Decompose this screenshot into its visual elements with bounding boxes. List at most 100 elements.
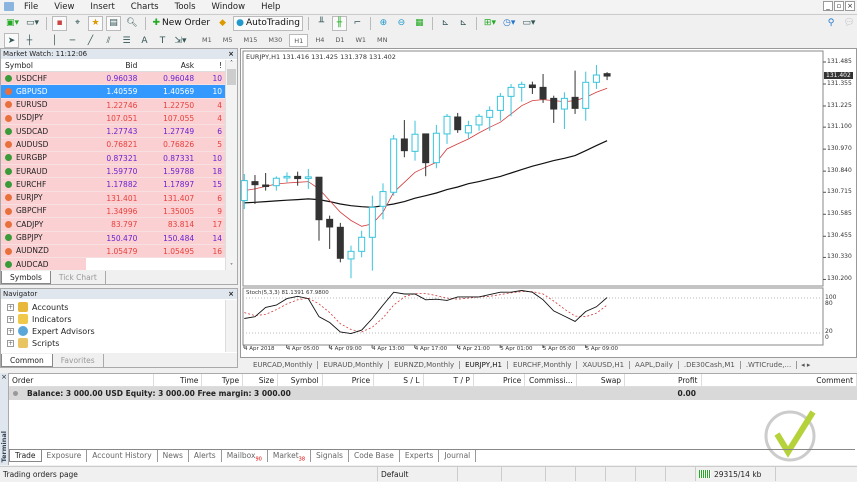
navigator-scrollbar[interactable] [225, 300, 237, 352]
text-icon[interactable]: A [137, 33, 152, 48]
scroll-down-icon[interactable]: ˅ [226, 263, 237, 270]
market-watch-scrollbar[interactable]: ˄ ˅ [225, 60, 237, 270]
zoom-in-icon[interactable]: ⊕ [376, 16, 391, 31]
periods-icon[interactable]: ◷▾ [501, 16, 517, 31]
fibonacci-icon[interactable]: ☰ [119, 33, 134, 48]
autotrading-button[interactable]: ● AutoTrading [233, 15, 303, 31]
tab-journal[interactable]: Journal [439, 450, 477, 462]
chart-tab[interactable]: EURNZD,Monthly [389, 361, 461, 369]
tile-windows-icon[interactable]: ▦ [412, 16, 427, 31]
tab-trade[interactable]: Trade [9, 450, 42, 462]
col-time[interactable]: Time [154, 374, 203, 386]
timeframe-h1[interactable]: H1 [289, 34, 309, 47]
market-watch-row[interactable]: EURCHF 1.17882 1.17897 15 [1, 178, 225, 192]
auto-scroll-icon[interactable]: ⊾ [438, 16, 453, 31]
col-symbol[interactable]: Symbol [278, 374, 323, 386]
tab-exposure[interactable]: Exposure [42, 450, 88, 462]
col-commissi[interactable]: Commissi... [525, 374, 577, 386]
col-type[interactable]: Type [202, 374, 244, 386]
market-watch-row[interactable]: AUDNZD 1.05479 1.05495 16 [1, 244, 225, 259]
menu-file[interactable]: File [16, 2, 46, 12]
market-watch-row[interactable]: EURGBP 0.87321 0.87331 10 [1, 151, 225, 166]
search-icon[interactable]: ⚲ [824, 16, 839, 31]
new-chart-icon[interactable]: ▣▾ [4, 16, 21, 31]
tab-signals[interactable]: Signals [311, 450, 349, 462]
market-watch-row[interactable]: EURAUD 1.59770 1.59788 18 [1, 165, 225, 179]
tab-code-base[interactable]: Code Base [349, 450, 400, 462]
menu-help[interactable]: Help [253, 2, 288, 12]
balance-row[interactable]: Balance: 3 000.00 USD Equity: 3 000.00 F… [9, 387, 857, 400]
channel-icon[interactable]: ⫽ [101, 33, 116, 48]
expand-icon[interactable]: + [7, 315, 14, 323]
menu-insert[interactable]: Insert [82, 2, 122, 12]
chart-shift-icon[interactable]: ⊾ [456, 16, 471, 31]
tab-favorites[interactable]: Favorites [53, 354, 104, 367]
market-watch-row[interactable]: USDCHF 0.96038 0.96048 10 [1, 72, 225, 86]
market-watch-row[interactable]: GBPCHF 1.34996 1.35005 9 [1, 204, 225, 219]
data-window-icon[interactable]: ⌖ [70, 16, 85, 31]
chart-tab[interactable]: EURJPY,H1 [460, 361, 508, 369]
market-watch-row[interactable]: GBPUSD 1.40559 1.40569 10 [1, 85, 225, 99]
market-watch-row[interactable]: AUDUSD 0.76821 0.76826 5 [1, 138, 225, 152]
chart-tab[interactable]: EURCAD,Monthly [248, 361, 319, 369]
menu-window[interactable]: Window [204, 2, 254, 12]
scroll-up-icon[interactable]: ˄ [226, 60, 237, 67]
col-price[interactable]: Price [474, 374, 526, 386]
tab-news[interactable]: News [158, 450, 189, 462]
chat-icon[interactable]: 💬︎ [842, 16, 857, 31]
bar-chart-icon[interactable]: ╨ [314, 16, 329, 31]
col-comment[interactable]: Comment [702, 374, 857, 386]
tab-experts[interactable]: Experts [400, 450, 440, 462]
tab-common[interactable]: Common [1, 354, 53, 367]
close-button[interactable]: × [845, 1, 855, 11]
market-watch-row[interactable]: CADJPY 83.797 83.814 17 [1, 218, 225, 232]
close-icon[interactable]: × [0, 373, 8, 381]
expand-icon[interactable]: + [7, 327, 14, 335]
market-watch-row[interactable]: EURJPY 131.401 131.407 6 [1, 191, 225, 205]
chart-tab[interactable]: EURCHF,Monthly [508, 361, 578, 369]
chart-tab[interactable]: XAUUSD,H1 [577, 361, 631, 369]
tab-market[interactable]: Market38 [268, 450, 312, 463]
templates-icon[interactable]: ▭▾ [520, 16, 537, 31]
candlestick-icon[interactable]: ╫ [331, 15, 347, 31]
timeframe-mn[interactable]: MN [373, 34, 391, 47]
market-watch-icon[interactable]: ▪ [52, 15, 68, 31]
tab-tick-chart[interactable]: Tick Chart [51, 271, 106, 284]
crosshair-icon[interactable]: ┼ [22, 33, 37, 48]
arrows-icon[interactable]: ⇲▾ [173, 33, 188, 48]
timeframe-m1[interactable]: M1 [198, 34, 216, 47]
close-icon[interactable]: × [228, 289, 234, 299]
chart-tab[interactable]: .DE30Cash,M1 [679, 361, 741, 369]
horizontal-line-icon[interactable]: ─ [65, 33, 80, 48]
chart-window[interactable]: EURJPY,H1 131.416 131.425 131.378 131.40… [240, 48, 857, 358]
scroll-thumb[interactable] [227, 69, 236, 85]
status-profile[interactable]: Default [378, 467, 458, 481]
indicators-icon[interactable]: ⊞▾ [482, 16, 498, 31]
connection-status[interactable]: 29315/14 kb [696, 467, 776, 481]
market-watch-row[interactable]: USDJPY 107.051 107.055 4 [1, 111, 225, 126]
trendline-icon[interactable]: ╱ [83, 33, 98, 48]
col-order[interactable]: Order [9, 374, 154, 386]
col-price[interactable]: Price [323, 374, 375, 386]
nav-item-accounts[interactable]: + Accounts [1, 301, 237, 313]
chart-tab[interactable]: .WTICrude,... [741, 361, 798, 369]
tab-account-history[interactable]: Account History [87, 450, 158, 462]
col-spread[interactable]: ! [197, 59, 225, 71]
col-profit[interactable]: Profit [625, 374, 702, 386]
timeframe-m30[interactable]: M30 [264, 34, 286, 47]
col-ask[interactable]: Ask [140, 59, 197, 71]
price-chart[interactable] [241, 49, 857, 359]
terminal-icon[interactable]: ▤ [106, 15, 122, 31]
timeframe-w1[interactable]: W1 [351, 34, 370, 47]
timeframe-m5[interactable]: M5 [219, 34, 237, 47]
close-icon[interactable]: × [228, 49, 234, 59]
expand-icon[interactable]: + [7, 303, 14, 311]
timeframe-h4[interactable]: H4 [311, 34, 328, 47]
chart-tabs-scroll-icon[interactable]: ◂ ▸ [801, 361, 810, 369]
nav-item-scripts[interactable]: + Scripts [1, 337, 237, 349]
expand-icon[interactable]: + [7, 339, 14, 347]
tab-symbols[interactable]: Symbols [1, 271, 51, 284]
chart-tab[interactable]: AAPL,Daily [630, 361, 679, 369]
nav-item-indicators[interactable]: + Indicators [1, 313, 237, 325]
profiles-icon[interactable]: ▭▾ [24, 16, 41, 31]
